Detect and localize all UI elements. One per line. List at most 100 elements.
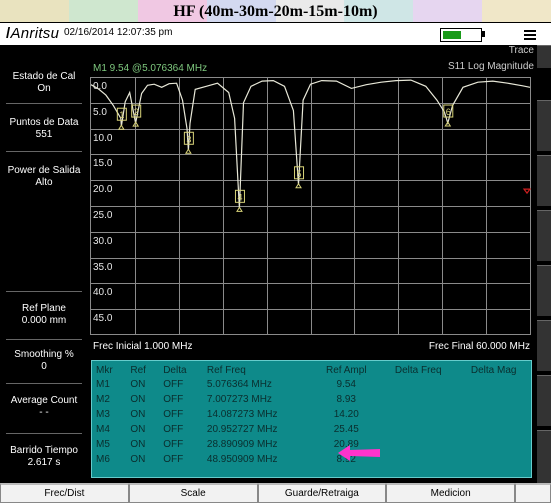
cell-delta-freq	[380, 452, 456, 467]
cal-status[interactable]: Estado de Cal On	[0, 71, 88, 95]
cell-delta-freq	[380, 377, 456, 392]
table-row[interactable]: M4 ON OFF 20.952727 MHz 25.45	[92, 422, 531, 437]
arrow-annotation	[338, 445, 380, 461]
marker-label: 3	[186, 134, 191, 144]
battery-icon	[440, 28, 482, 42]
cell-ref-ampl: 9.54	[336, 379, 356, 390]
table-row[interactable]: M5 ON OFF 28.890909 MHz 20.89	[92, 437, 531, 452]
datetime: 02/16/2014 12:07:35 pm	[64, 27, 173, 38]
cell-delta-freq	[380, 437, 456, 452]
col-header-delta-mag: Delta Mag	[470, 365, 517, 376]
data-points-value: 551	[35, 129, 53, 140]
cell-ref-freq: 28.890909 MHz	[206, 439, 278, 450]
side-tab[interactable]	[537, 155, 551, 206]
cell-ref-freq: 48.950909 MHz	[206, 454, 278, 465]
softkey-measurement[interactable]: Medicion	[386, 483, 515, 503]
cell-mkr: M3	[96, 409, 110, 420]
softkey-freq-dist[interactable]: Frec/Dist	[0, 483, 129, 503]
chart-area: Trace M1 9.54 @5.076364 MHz S11 Log Magn…	[90, 45, 536, 357]
data-points[interactable]: Puntos de Data 551	[0, 117, 88, 141]
ref-plane[interactable]: Ref Plane 0.000 mm	[0, 303, 88, 327]
cell-delta: OFF	[163, 454, 184, 465]
trace-line	[90, 79, 531, 209]
output-power-value: Alto	[35, 177, 53, 188]
marker-table-grid: Mkr Ref Delta Ref Freq Ref Ampl Delta Fr…	[92, 364, 531, 467]
divider	[6, 291, 82, 292]
cell-mkr: M4	[96, 424, 110, 435]
cell-delta: OFF	[163, 379, 184, 390]
sweep-time-label: Barrido Tiempo	[10, 445, 78, 456]
cell-ref: ON	[130, 409, 146, 420]
table-header-row: Mkr Ref Delta Ref Freq Ref Ampl Delta Fr…	[92, 364, 531, 377]
table-row[interactable]: M3 ON OFF 14.087273 MHz 14.20	[92, 407, 531, 422]
smoothing-label: Smoothing %	[14, 349, 74, 360]
page-title: HF (40m-30m-20m-15m-10m)	[173, 3, 378, 20]
sweep-time[interactable]: Barrido Tiempo 2.617 s	[0, 445, 88, 469]
cell-mkr: M1	[96, 379, 110, 390]
measurement-label: S11 Log Magnitude	[448, 61, 534, 72]
y-tick-label: 45.0	[93, 313, 113, 324]
divider	[6, 383, 82, 384]
cell-ref-ampl: 14.20	[333, 409, 359, 420]
data-points-label: Puntos de Data	[9, 117, 79, 128]
ref-plane-value: 0.000 mm	[21, 315, 67, 326]
reference-level-marker	[522, 188, 531, 195]
softkey-save-recall[interactable]: Guarde/Retraiga	[257, 483, 387, 503]
freq-stop-label: Frec Final 60.000 MHz	[428, 341, 530, 352]
output-power[interactable]: Power de Salida Alto	[0, 165, 88, 189]
side-tab[interactable]	[537, 320, 551, 371]
side-tab[interactable]	[537, 375, 551, 426]
side-tab[interactable]	[537, 100, 551, 151]
menu-icon[interactable]	[524, 28, 538, 40]
cell-delta: OFF	[163, 394, 184, 405]
cell-ref-freq: 5.076364 MHz	[206, 379, 272, 390]
average-count[interactable]: Average Count - -	[0, 395, 88, 419]
cell-mkr: M5	[96, 439, 110, 450]
y-tick-label: 20.0	[93, 184, 113, 195]
divider	[6, 151, 82, 152]
cell-delta-mag	[456, 392, 531, 407]
side-tab[interactable]	[537, 265, 551, 316]
cell-delta-freq	[380, 422, 456, 437]
cell-delta-mag	[456, 422, 531, 437]
softkey-extra[interactable]	[515, 483, 551, 503]
side-tab[interactable]	[537, 45, 551, 68]
softkey-scale[interactable]: Scale	[128, 483, 258, 503]
y-tick-label: 30.0	[93, 236, 113, 247]
table-row[interactable]: M2 ON OFF 7.007273 MHz 8.93	[92, 392, 531, 407]
cell-delta-mag	[456, 437, 531, 452]
y-tick-label: 10.0	[93, 133, 113, 144]
left-status-panel: Estado de Cal On Puntos de Data 551 Powe…	[0, 45, 88, 483]
col-header-ref: Ref	[130, 365, 146, 376]
average-count-value: - -	[39, 407, 49, 418]
table-row[interactable]: M6 ON OFF 48.950909 MHz 8.92	[92, 452, 531, 467]
marker-readout: M1 9.54 @5.076364 MHz	[93, 63, 208, 74]
s11-plot[interactable]: 0.05.010.015.020.025.030.035.040.045.01 2…	[90, 77, 531, 335]
softkey-bar: Frec/Dist Scale Guarde/Retraiga Medicion	[0, 483, 551, 503]
marker-point	[184, 148, 192, 154]
cell-delta: OFF	[163, 439, 184, 450]
cell-ref-freq: 14.087273 MHz	[206, 409, 278, 420]
smoothing[interactable]: Smoothing % 0	[0, 349, 88, 373]
brand-logo: /Anritsu	[6, 25, 60, 42]
cell-delta: OFF	[163, 409, 184, 420]
side-tab[interactable]	[537, 430, 551, 483]
ref-plane-label: Ref Plane	[22, 303, 66, 314]
marker-point	[295, 182, 302, 189]
cell-ref-ampl: 25.45	[333, 424, 359, 435]
cell-mkr: M2	[96, 394, 110, 405]
cell-ref-freq: 7.007273 MHz	[206, 394, 272, 405]
marker-point	[117, 124, 125, 130]
col-header-delta: Delta	[163, 365, 187, 376]
cell-ref-freq: 20.952727 MHz	[206, 424, 278, 435]
marker-point	[236, 206, 243, 212]
divider	[6, 103, 82, 104]
cell-mkr: M6	[96, 454, 110, 465]
side-tab[interactable]	[537, 210, 551, 261]
col-header-ref-ampl: Ref Ampl	[325, 365, 367, 376]
marker-label: 2	[134, 107, 139, 117]
table-row[interactable]: M1 ON OFF 5.076364 MHz 9.54	[92, 377, 531, 392]
output-power-label: Power de Salida	[7, 165, 81, 176]
y-tick-label: 35.0	[93, 262, 113, 273]
marker-label: 4	[237, 192, 242, 202]
